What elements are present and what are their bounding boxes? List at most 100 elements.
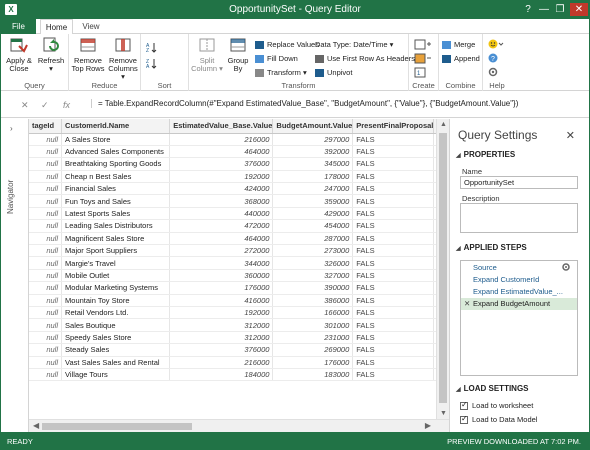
tab-file[interactable]: File xyxy=(1,19,36,34)
table-cell[interactable]: 287000 xyxy=(272,232,354,246)
scroll-right-icon[interactable]: ▶ xyxy=(425,421,431,430)
table-cell[interactable]: Modular Marketing Systems xyxy=(61,281,171,295)
table-cell[interactable]: FALS xyxy=(352,145,435,159)
table-cell[interactable]: 297000 xyxy=(272,133,354,146)
applied-step-item[interactable]: Expand EstimatedValue_... xyxy=(461,286,577,298)
table-cell[interactable]: null xyxy=(29,207,63,221)
scroll-left-icon[interactable]: ◀ xyxy=(33,421,39,430)
table-cell[interactable]: Mobile Outlet xyxy=(61,269,171,283)
applied-step-item-selected[interactable]: ✕ Expand BudgetAmount xyxy=(461,298,577,310)
table-cell[interactable]: FALS xyxy=(352,318,435,332)
table-cell[interactable]: Advanced Sales Components xyxy=(61,145,171,159)
table-cell[interactable]: 424000 xyxy=(169,182,274,196)
table-cell[interactable]: FALS xyxy=(352,368,435,382)
table-cell[interactable]: null xyxy=(29,269,63,283)
load-settings-section-header[interactable]: ◢ LOAD SETTINGS xyxy=(456,384,529,393)
table-cell[interactable]: FALS xyxy=(352,281,435,295)
table-cell[interactable]: 472000 xyxy=(169,219,274,233)
table-cell[interactable]: FALS xyxy=(352,182,435,196)
navigator-pane[interactable]: › Navigator xyxy=(1,119,29,432)
column-header[interactable]: tageId xyxy=(29,119,63,134)
properties-section-header[interactable]: ◢ PROPERTIES xyxy=(456,150,515,159)
horizontal-scrollbar[interactable]: ◀ ▶ xyxy=(29,419,449,432)
index-column-icon[interactable]: 1 xyxy=(414,67,432,78)
table-cell[interactable]: 312000 xyxy=(169,318,274,332)
table-cell[interactable]: null xyxy=(29,294,63,307)
table-cell[interactable]: 312000 xyxy=(169,331,274,345)
table-cell[interactable]: 166000 xyxy=(272,306,354,320)
table-cell[interactable]: 359000 xyxy=(272,194,354,208)
replace-values-button[interactable]: Replace Values xyxy=(255,39,319,50)
table-cell[interactable]: 231000 xyxy=(272,331,354,345)
name-input[interactable]: OpportunitySet xyxy=(460,176,578,189)
load-to-worksheet-checkbox[interactable]: Load to worksheet xyxy=(460,400,533,411)
table-cell[interactable]: FALS xyxy=(352,294,435,307)
table-cell[interactable]: 178000 xyxy=(272,170,354,184)
fill-down-button[interactable]: Fill Down xyxy=(255,53,298,64)
table-cell[interactable]: 416000 xyxy=(169,294,274,307)
table-cell[interactable]: null xyxy=(29,219,63,233)
table-cell[interactable]: 272000 xyxy=(169,244,274,258)
vertical-scrollbar[interactable]: ▲ ▼ xyxy=(436,119,449,419)
table-cell[interactable]: Latest Sports Sales xyxy=(61,207,171,221)
table-cell[interactable]: A Sales Store xyxy=(61,133,171,146)
table-cell[interactable]: null xyxy=(29,343,63,357)
table-cell[interactable]: 386000 xyxy=(272,294,354,307)
column-header[interactable]: EstimatedValue_Base.Value xyxy=(169,119,274,134)
horizontal-scroll-thumb[interactable] xyxy=(42,423,192,430)
table-cell[interactable]: FALS xyxy=(352,343,435,357)
load-to-data-model-checkbox[interactable]: Load to Data Model xyxy=(460,414,537,425)
tab-home[interactable]: Home xyxy=(40,19,73,35)
formula-input[interactable]: = Table.ExpandRecordColumn(#"Expand Esti… xyxy=(91,99,518,108)
append-button[interactable]: Append xyxy=(442,53,480,64)
cancel-formula-button[interactable]: ✕ xyxy=(21,100,29,111)
table-cell[interactable]: FALS xyxy=(352,133,435,146)
table-cell[interactable]: 368000 xyxy=(169,194,274,208)
table-cell[interactable]: FALS xyxy=(352,306,435,320)
table-cell[interactable]: null xyxy=(29,368,63,382)
unpivot-button[interactable]: Unpivot xyxy=(315,67,352,78)
table-cell[interactable]: null xyxy=(29,306,63,320)
table-cell[interactable]: 273000 xyxy=(272,244,354,258)
table-cell[interactable]: null xyxy=(29,331,63,345)
scroll-down-icon[interactable]: ▼ xyxy=(440,410,447,417)
table-cell[interactable]: FALS xyxy=(352,269,435,283)
table-cell[interactable]: 360000 xyxy=(169,269,274,283)
checkbox-checked-icon[interactable] xyxy=(460,414,468,425)
table-cell[interactable]: 192000 xyxy=(169,170,274,184)
table-cell[interactable]: null xyxy=(29,232,63,246)
table-cell[interactable]: null xyxy=(29,157,63,171)
group-by-button[interactable]: Group By xyxy=(224,37,252,73)
table-cell[interactable]: null xyxy=(29,170,63,184)
table-cell[interactable]: FALS xyxy=(352,256,435,270)
table-cell[interactable]: 376000 xyxy=(169,343,274,357)
description-input[interactable] xyxy=(460,203,578,233)
table-cell[interactable]: 216000 xyxy=(169,133,274,146)
feedback-smiley-icon[interactable] xyxy=(488,39,504,49)
table-cell[interactable]: 192000 xyxy=(169,306,274,320)
column-header[interactable]: BudgetAmount.Value xyxy=(272,119,354,134)
applied-step-item[interactable]: Source xyxy=(461,262,577,274)
table-cell[interactable]: null xyxy=(29,281,63,295)
table-cell[interactable]: 269000 xyxy=(272,343,354,357)
table-cell[interactable]: Steady Sales xyxy=(61,343,171,357)
table-cell[interactable]: 345000 xyxy=(272,157,354,171)
sort-descending-icon[interactable]: ZA xyxy=(146,58,158,69)
minimize-button[interactable]: — xyxy=(537,3,551,16)
table-cell[interactable]: null xyxy=(29,244,63,258)
tab-view[interactable]: View xyxy=(76,19,106,34)
table-cell[interactable]: 464000 xyxy=(169,232,274,246)
close-query-settings-icon[interactable]: ✕ xyxy=(566,129,575,142)
table-cell[interactable]: Village Tours xyxy=(61,368,171,382)
vertical-scroll-thumb[interactable] xyxy=(439,133,447,403)
table-cell[interactable]: FALS xyxy=(352,170,435,184)
table-cell[interactable]: null xyxy=(29,256,63,270)
expand-navigator-icon[interactable]: › xyxy=(10,124,13,133)
settings-gear-icon[interactable] xyxy=(488,67,498,77)
table-cell[interactable]: 464000 xyxy=(169,145,274,159)
applied-steps-section-header[interactable]: ◢ APPLIED STEPS xyxy=(456,243,527,252)
table-cell[interactable]: Major Sport Suppliers xyxy=(61,244,171,258)
refresh-button[interactable]: Refresh ▾ xyxy=(36,37,66,73)
add-column-icon[interactable] xyxy=(414,39,432,50)
accept-formula-button[interactable]: ✓ xyxy=(41,100,49,111)
